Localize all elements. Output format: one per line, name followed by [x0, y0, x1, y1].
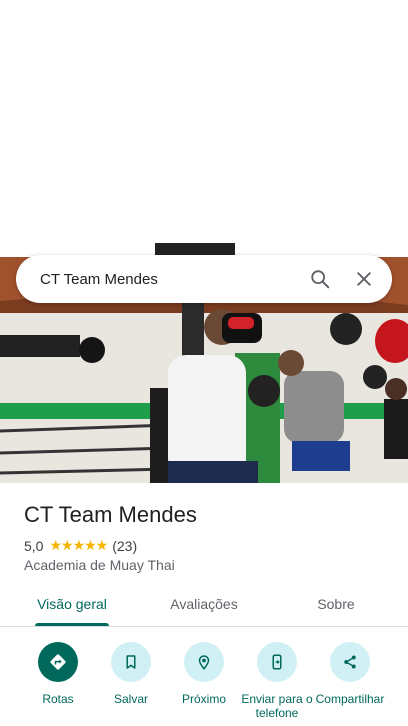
close-icon [357, 272, 371, 286]
place-category[interactable]: Academia de Muay Thai [24, 557, 175, 573]
review-count: (23) [112, 537, 138, 554]
rating-row[interactable]: 5,0 ★★★★★ (23) [24, 537, 137, 554]
share-icon [330, 642, 370, 682]
nearby-button[interactable]: Próximo [164, 642, 244, 706]
nearby-label: Próximo [181, 692, 226, 706]
tab-reviews[interactable]: Avaliações [156, 585, 252, 627]
star-rating-icon: ★★★★★ [49, 537, 108, 553]
search-bar[interactable]: CT Team Mendes [16, 255, 392, 303]
directions-button[interactable]: Rotas [18, 642, 98, 706]
directions-label: Rotas [42, 692, 74, 706]
send-to-phone-button[interactable]: Enviar para o telefone [237, 642, 317, 720]
save-button[interactable]: Salvar [91, 642, 171, 706]
active-tab-indicator [35, 623, 109, 626]
tab-about[interactable]: Sobre [288, 585, 384, 627]
search-icon [311, 270, 330, 289]
bookmark-icon [111, 642, 151, 682]
clear-search-button[interactable] [342, 257, 386, 301]
nearby-icon [184, 642, 224, 682]
tab-overview[interactable]: Visão geral [24, 585, 120, 627]
place-page: CT Team Mendes CT Team Mendes 5,0 ★★★★★ … [0, 0, 408, 726]
rating-value: 5,0 [24, 537, 44, 554]
send-to-phone-label: Enviar para o telefone [241, 692, 313, 720]
search-button[interactable] [298, 257, 342, 301]
directions-icon [38, 642, 78, 682]
action-bar: Rotas Salvar Próximo Enviar para o telef… [0, 640, 408, 726]
search-input[interactable]: CT Team Mendes [16, 271, 298, 288]
share-button[interactable]: Compartilhar [310, 642, 390, 706]
place-title: CT Team Mendes [24, 502, 197, 527]
tab-bar: Visão geral Avaliações Sobre [0, 585, 408, 627]
send-to-phone-icon [257, 642, 297, 682]
share-label: Compartilhar [315, 692, 385, 706]
save-label: Salvar [113, 692, 148, 706]
